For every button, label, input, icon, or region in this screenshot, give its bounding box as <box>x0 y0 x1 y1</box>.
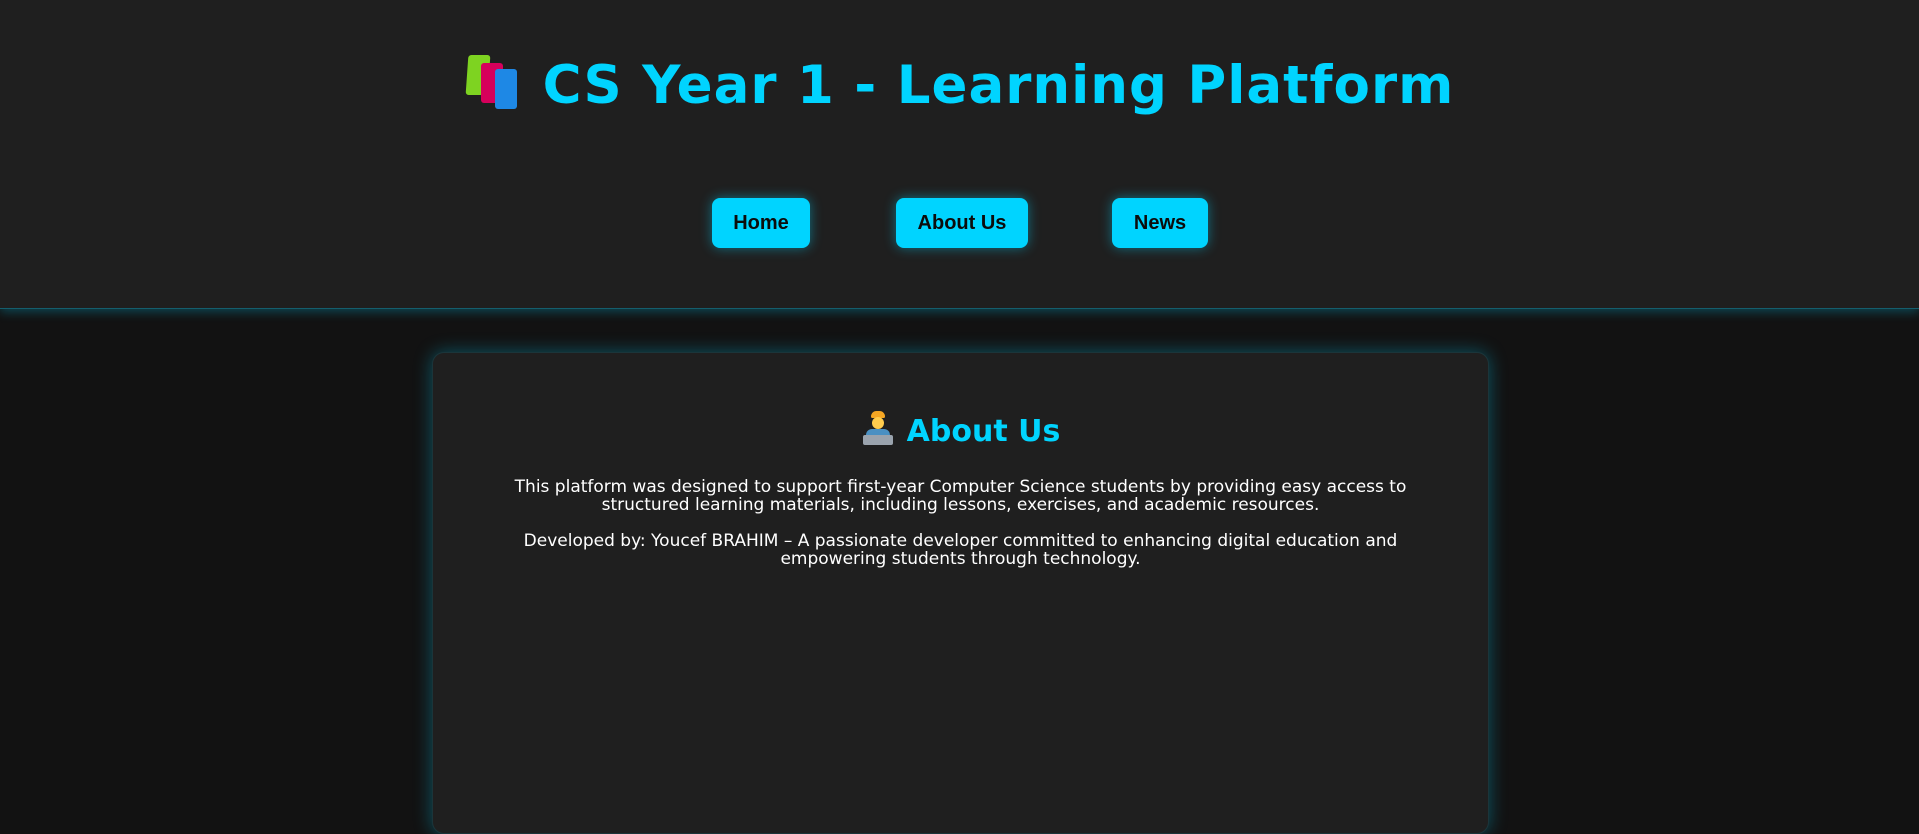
page-title: CS Year 1 - Learning Platform <box>0 48 1919 124</box>
nav-home-button[interactable]: Home <box>712 198 810 248</box>
about-heading: About Us <box>433 410 1488 454</box>
technologist-icon <box>861 411 895 447</box>
page-title-text: CS Year 1 - Learning Platform <box>542 55 1455 116</box>
nav-about-us-button[interactable]: About Us <box>896 198 1028 248</box>
about-card: About Us This platform was designed to s… <box>432 352 1489 834</box>
about-description: This platform was designed to support fi… <box>514 477 1407 515</box>
books-icon <box>465 55 521 109</box>
site-header: CS Year 1 - Learning Platform Home About… <box>0 0 1919 309</box>
main-nav: Home About Us News <box>0 198 1919 248</box>
about-heading-text: About Us <box>906 414 1061 449</box>
developer-credit: Developed by: Youcef BRAHIM – A passiona… <box>523 531 1398 569</box>
nav-news-button[interactable]: News <box>1112 198 1208 248</box>
